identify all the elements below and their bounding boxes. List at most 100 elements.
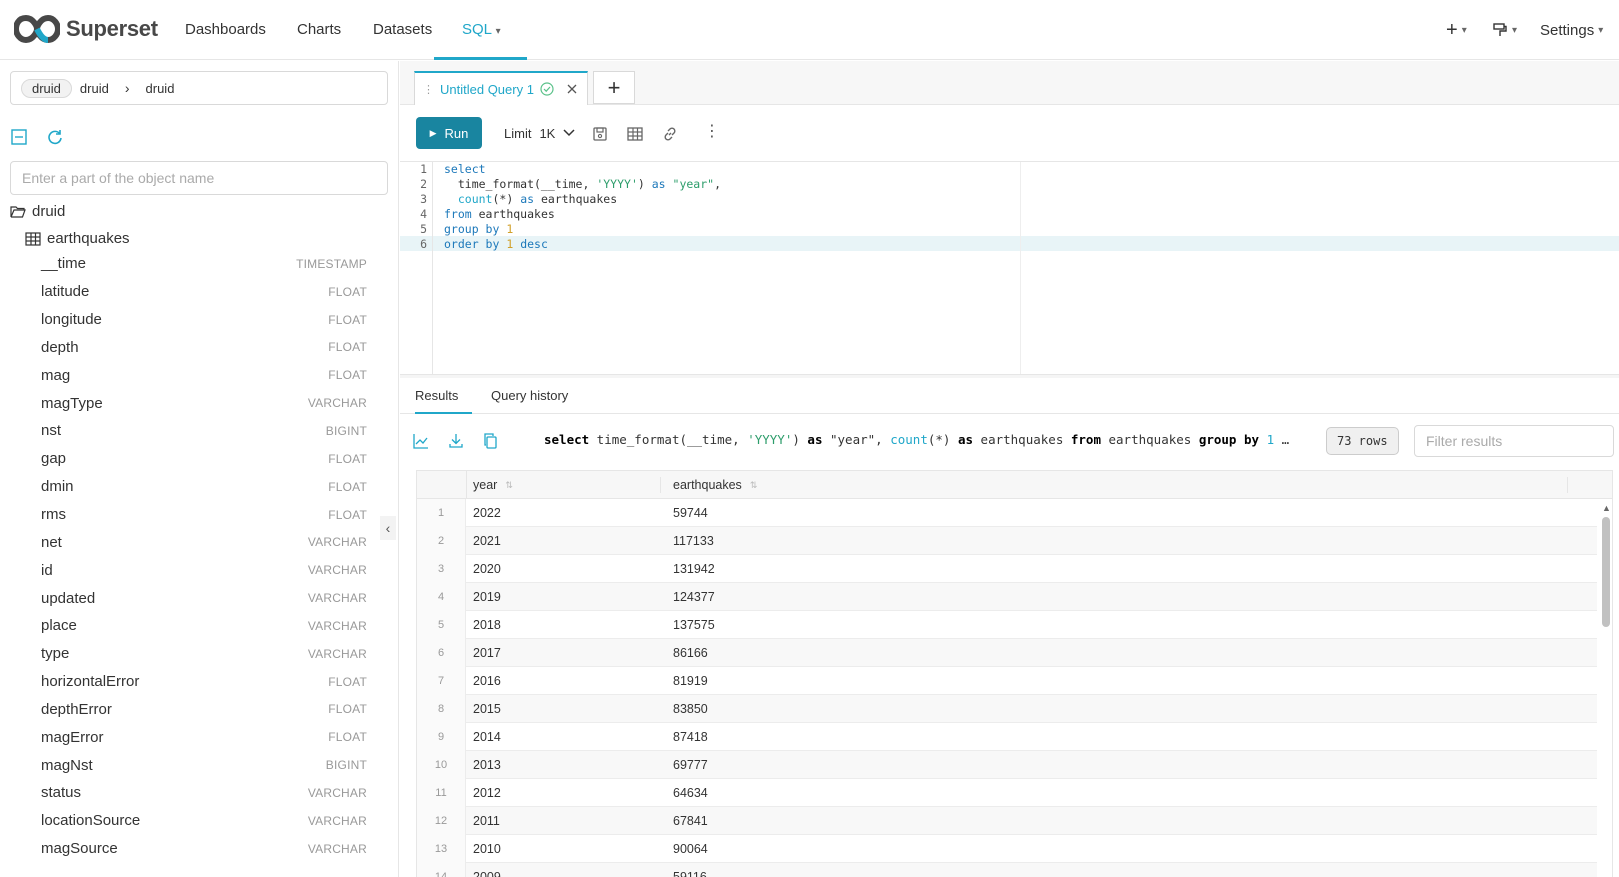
column-header-earthquakes[interactable]: earthquakes ⇅ xyxy=(673,478,757,492)
column-name: latitude xyxy=(41,283,90,301)
table-row[interactable]: 8 2015 83850 xyxy=(417,695,1597,723)
download-icon[interactable] xyxy=(447,432,465,450)
tab-untitled-query-1[interactable]: ⋮ Untitled Query 1 xyxy=(414,71,588,105)
code-line: time_format(__time, 'YYYY') as "year", xyxy=(444,177,722,191)
column-item[interactable]: type VARCHAR xyxy=(41,640,367,668)
sql-editor[interactable]: 1 2 3 4 5 6 select time_format(__time, '… xyxy=(400,162,1619,374)
cell-year: 2018 xyxy=(473,618,501,632)
column-divider[interactable] xyxy=(660,477,661,493)
column-type: VARCHAR xyxy=(307,591,367,606)
save-icon[interactable] xyxy=(591,125,609,143)
refresh-icon[interactable] xyxy=(45,127,65,147)
column-item[interactable]: rms FLOAT xyxy=(41,501,367,529)
nav-item-charts[interactable]: Charts xyxy=(297,0,341,60)
column-type: FLOAT xyxy=(328,730,367,745)
table-row[interactable]: 14 2009 59116 xyxy=(417,863,1597,877)
tab-query-history[interactable]: Query history xyxy=(491,388,568,403)
superset-logo[interactable]: Superset xyxy=(14,14,158,44)
cell-earthquakes: 83850 xyxy=(673,702,708,716)
link-icon[interactable] xyxy=(661,125,679,143)
filter-results-input[interactable] xyxy=(1414,425,1614,457)
column-item[interactable]: __time TIMESTAMP xyxy=(41,250,367,278)
table-row[interactable]: 4 2019 124377 xyxy=(417,583,1597,611)
table-icon xyxy=(25,231,41,246)
collapse-panel-handle[interactable]: ‹ xyxy=(380,516,396,540)
copy-icon[interactable] xyxy=(482,432,500,450)
column-header-year[interactable]: year ⇅ xyxy=(473,478,513,492)
column-item[interactable]: dmin FLOAT xyxy=(41,473,367,501)
tree-node-table[interactable]: earthquakes xyxy=(25,230,130,247)
tree-node-database[interactable]: druid xyxy=(10,203,65,220)
collapse-all-icon[interactable] xyxy=(10,127,30,147)
run-button[interactable]: ▶ Run xyxy=(416,117,482,149)
nav-item-dashboards[interactable]: Dashboards xyxy=(185,0,266,60)
column-name: dmin xyxy=(41,478,74,496)
scrollbar-thumb[interactable] xyxy=(1602,517,1610,627)
column-divider[interactable] xyxy=(1567,477,1568,493)
column-item[interactable]: magType VARCHAR xyxy=(41,389,367,417)
column-item[interactable]: status VARCHAR xyxy=(41,779,367,807)
drag-handle-icon[interactable]: ⋮ xyxy=(423,83,434,96)
column-item[interactable]: magNst BIGINT xyxy=(41,751,367,779)
column-item[interactable]: latitude FLOAT xyxy=(41,278,367,306)
column-item[interactable]: longitude FLOAT xyxy=(41,306,367,334)
object-search-input[interactable] xyxy=(10,161,388,195)
folder-open-icon xyxy=(10,205,26,218)
database-schema-selector[interactable]: druid druid › druid xyxy=(10,71,388,105)
column-item[interactable]: horizontalError FLOAT xyxy=(41,668,367,696)
table-row[interactable]: 2 2021 117133 xyxy=(417,527,1597,555)
cell-year: 2013 xyxy=(473,758,501,772)
scroll-up-arrow-icon[interactable]: ▲ xyxy=(1602,503,1611,513)
table-row[interactable]: 6 2017 86166 xyxy=(417,639,1597,667)
theme-menu-trigger[interactable]: ▾ xyxy=(1492,0,1517,60)
table-row[interactable]: 1 2022 59744 xyxy=(417,499,1597,527)
column-item[interactable]: magError FLOAT xyxy=(41,723,367,751)
print-margin xyxy=(1020,162,1021,374)
code-line: order by 1 desc xyxy=(444,237,548,251)
table-row[interactable]: 9 2014 87418 xyxy=(417,723,1597,751)
table-row[interactable]: 13 2010 90064 xyxy=(417,835,1597,863)
sort-icon[interactable]: ⇅ xyxy=(750,480,758,491)
column-item[interactable]: nst BIGINT xyxy=(41,417,367,445)
play-icon: ▶ xyxy=(429,127,437,138)
grid-scrollbar[interactable]: ▲ xyxy=(1599,499,1612,877)
editor-resize-handle[interactable] xyxy=(400,374,1619,378)
table-row[interactable]: 12 2011 67841 xyxy=(417,807,1597,835)
close-icon[interactable] xyxy=(566,83,578,95)
table-row[interactable]: 3 2020 131942 xyxy=(417,555,1597,583)
nav-item-datasets[interactable]: Datasets xyxy=(373,0,432,60)
column-list: __time TIMESTAMP latitude FLOAT longitude F… xyxy=(41,250,367,863)
nav-item-sql[interactable]: SQL ▾ xyxy=(462,0,501,60)
column-item[interactable]: locationSource VARCHAR xyxy=(41,807,367,835)
limit-dropdown[interactable]: Limit 1K xyxy=(504,117,575,149)
column-item[interactable]: depthError FLOAT xyxy=(41,696,367,724)
cell-year: 2020 xyxy=(473,562,501,576)
table-row[interactable]: 7 2016 81919 xyxy=(417,667,1597,695)
add-tab-button[interactable]: + xyxy=(593,71,635,104)
tab-results[interactable]: Results xyxy=(415,388,458,403)
settings-label: Settings xyxy=(1540,21,1595,39)
column-item[interactable]: id VARCHAR xyxy=(41,556,367,584)
new-menu-trigger[interactable]: + ▾ xyxy=(1446,0,1467,60)
more-options-icon[interactable]: ⋮ xyxy=(704,121,722,140)
cell-year: 2017 xyxy=(473,646,501,660)
column-item[interactable]: mag FLOAT xyxy=(41,361,367,389)
table-icon[interactable] xyxy=(626,125,644,143)
column-name: depthError xyxy=(41,700,112,718)
column-item[interactable]: gap FLOAT xyxy=(41,445,367,473)
column-item[interactable]: depth FLOAT xyxy=(41,334,367,362)
column-type: FLOAT xyxy=(328,284,367,299)
table-row[interactable]: 10 2013 69777 xyxy=(417,751,1597,779)
settings-menu-trigger[interactable]: Settings ▾ xyxy=(1540,0,1603,60)
table-row[interactable]: 5 2018 137575 xyxy=(417,611,1597,639)
column-item[interactable]: magSource VARCHAR xyxy=(41,835,367,863)
db-type-tag: druid xyxy=(21,78,72,98)
table-row[interactable]: 11 2012 64634 xyxy=(417,779,1597,807)
sort-icon[interactable]: ⇅ xyxy=(505,480,513,491)
column-item[interactable]: place VARCHAR xyxy=(41,612,367,640)
column-name: longitude xyxy=(41,311,102,329)
chart-icon[interactable] xyxy=(412,432,430,450)
column-item[interactable]: net VARCHAR xyxy=(41,528,367,556)
row-index: 3 xyxy=(417,555,466,583)
column-item[interactable]: updated VARCHAR xyxy=(41,584,367,612)
